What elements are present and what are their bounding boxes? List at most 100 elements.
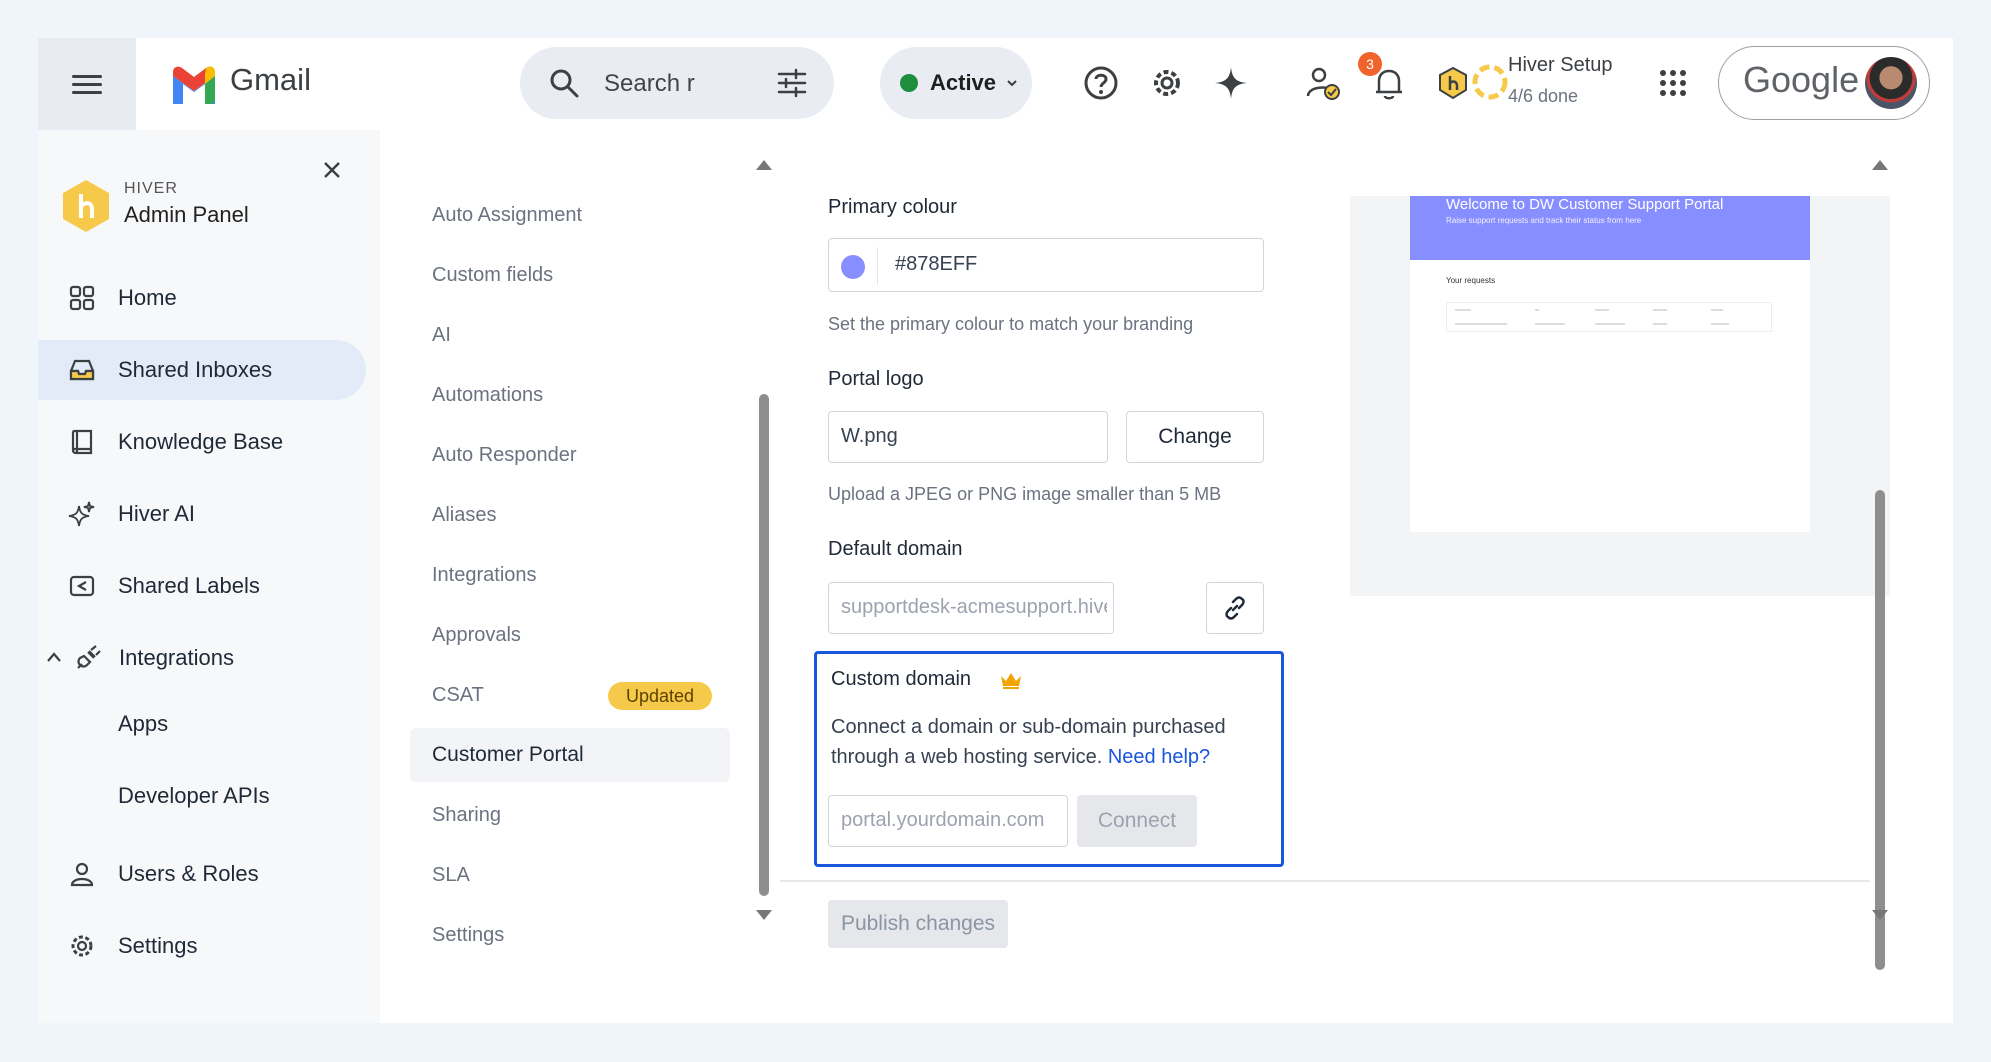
main-menu-button[interactable] <box>38 38 136 130</box>
help-icon[interactable] <box>1082 64 1120 102</box>
sidebar-item-label: Shared Inboxes <box>118 357 273 382</box>
colour-swatch[interactable] <box>841 255 865 279</box>
custom-domain-input[interactable]: portal.yourdomain.com <box>828 795 1068 847</box>
scroll-up-arrow-icon[interactable] <box>1872 160 1888 170</box>
avatar[interactable] <box>1865 57 1917 109</box>
sidebar-item-developer-apis[interactable]: Developer APIs <box>38 766 366 826</box>
admin-sidebar: HIVER Admin Panel Home Shared Inboxes Kn… <box>38 130 380 1023</box>
hiver-shield-icon[interactable] <box>1434 64 1472 102</box>
sidebar-item-hiver-ai[interactable]: Hiver AI <box>38 484 366 544</box>
default-domain-field: supportdesk-acmesupport.hiver-portal.com <box>828 582 1114 634</box>
preview-banner: Welcome to DW Customer Support Portal Ra… <box>1410 196 1810 260</box>
scrollbar-thumb[interactable] <box>1875 490 1885 970</box>
publish-changes-button[interactable]: Publish changes <box>828 900 1008 948</box>
main-scrollbar[interactable] <box>1872 160 1888 970</box>
custom-domain-description: Connect a domain or sub-domain purchased… <box>831 712 1271 772</box>
sidebar-item-shared-inboxes[interactable]: Shared Inboxes <box>38 340 366 400</box>
sidebar-item-label: Home <box>118 285 177 310</box>
scrollbar-thumb[interactable] <box>759 394 769 896</box>
preview-requests-label: Your requests <box>1446 276 1496 285</box>
hiver-logo-icon <box>63 180 109 232</box>
submenu-item-auto-responder[interactable]: Auto Responder <box>432 444 577 467</box>
google-wordmark: Google <box>1743 59 1860 100</box>
sidebar-item-label: Hiver AI <box>118 501 196 526</box>
need-help-link[interactable]: Need help? <box>1108 746 1210 768</box>
sidebar-item-label: Apps <box>118 711 169 736</box>
submenu-scrollbar[interactable] <box>756 160 772 920</box>
grid-icon <box>69 285 95 311</box>
sidebar-item-label: Integrations <box>119 645 234 670</box>
portal-logo-help: Upload a JPEG or PNG image smaller than … <box>828 484 1222 504</box>
submenu-item-automations[interactable]: Automations <box>432 384 543 407</box>
submenu-item-custom-fields[interactable]: Custom fields <box>432 264 553 287</box>
sidebar-item-apps[interactable]: Apps <box>38 694 366 754</box>
crown-icon <box>1001 673 1021 689</box>
status-dropdown[interactable]: Active <box>880 47 1032 119</box>
google-account-button[interactable]: Google <box>1718 46 1930 120</box>
submenu-item-settings[interactable]: Settings <box>432 924 504 947</box>
sidebar-item-knowledge-base[interactable]: Knowledge Base <box>38 412 366 472</box>
custom-domain-label: Custom domain <box>831 668 972 690</box>
search-filter-icon[interactable] <box>776 67 808 99</box>
setup-progress-icon[interactable] <box>1470 62 1510 102</box>
default-domain-label: Default domain <box>828 538 963 560</box>
setup-progress: 4/6 done <box>1508 86 1579 106</box>
submenu-item-ai[interactable]: AI <box>432 324 451 347</box>
user-check-icon[interactable] <box>1304 64 1342 102</box>
top-bar: Gmail Search r Active 3 Hiver Setup 4/6 … <box>38 38 1953 130</box>
primary-colour-label: Primary colour <box>828 196 957 218</box>
status-label: Active <box>930 70 997 95</box>
sparkle-icon[interactable] <box>1212 64 1250 102</box>
plug-icon <box>77 645 101 669</box>
scroll-down-arrow-icon[interactable] <box>756 910 772 920</box>
submenu-item-approvals[interactable]: Approvals <box>432 624 521 647</box>
default-domain-value: supportdesk-acmesupport.hiver-portal.com <box>841 596 1107 618</box>
gear-icon[interactable] <box>1148 64 1186 102</box>
scroll-up-arrow-icon[interactable] <box>756 160 772 170</box>
status-indicator <box>900 74 918 92</box>
custom-domain-placeholder: portal.yourdomain.com <box>841 809 1045 831</box>
sidebar-item-label: Developer APIs <box>118 783 270 808</box>
gear-icon <box>71 935 93 957</box>
sparkle-icon <box>68 501 95 527</box>
connect-button[interactable]: Connect <box>1077 795 1197 847</box>
search-icon <box>550 69 579 98</box>
gmail-logo-icon <box>173 66 215 104</box>
submenu-item-aliases[interactable]: Aliases <box>432 504 496 527</box>
brand-label: HIVER <box>124 180 178 197</box>
copy-link-button[interactable] <box>1206 582 1264 634</box>
sidebar-item-label: Users & Roles <box>118 861 259 886</box>
submenu-item-integrations[interactable]: Integrations <box>432 564 537 587</box>
sidebar-item-label: Shared Labels <box>118 573 260 598</box>
chevron-down-icon <box>1007 80 1017 87</box>
primary-colour-field[interactable]: #878EFF <box>828 238 1264 292</box>
submenu-item-sharing[interactable]: Sharing <box>432 804 501 827</box>
submenu-item-sla[interactable]: SLA <box>432 864 470 887</box>
apps-grid-icon[interactable] <box>1654 64 1692 102</box>
change-logo-button[interactable]: Change <box>1126 411 1264 463</box>
setup-title[interactable]: Hiver Setup <box>1508 54 1613 77</box>
link-icon <box>1225 596 1245 620</box>
primary-colour-help: Set the primary colour to match your bra… <box>828 314 1194 334</box>
custom-domain-card: Custom domain Connect a domain or sub-do… <box>814 651 1284 867</box>
submenu-item-customer-portal[interactable]: Customer Portal <box>432 743 584 767</box>
portal-preview: Welcome to DW Customer Support Portal Ra… <box>1350 196 1890 596</box>
close-icon[interactable] <box>320 158 344 182</box>
sidebar-item-home[interactable]: Home <box>38 268 366 328</box>
search-input[interactable]: Search r <box>604 70 695 98</box>
search-bar[interactable]: Search r <box>520 47 834 119</box>
portal-logo-label: Portal logo <box>828 368 924 390</box>
chevron-up-icon[interactable] <box>46 650 62 664</box>
sidebar-item-settings[interactable]: Settings <box>38 916 366 976</box>
preview-requests-table <box>1446 302 1772 332</box>
submenu-item-csat[interactable]: CSAT <box>432 684 484 707</box>
primary-colour-value: #878EFF <box>895 253 978 275</box>
submenu-item-auto-assignment[interactable]: Auto Assignment <box>432 204 582 227</box>
hamburger-icon <box>72 70 102 99</box>
sidebar-item-shared-labels[interactable]: Shared Labels <box>38 556 366 616</box>
sidebar-item-users-roles[interactable]: Users & Roles <box>38 844 366 904</box>
sidebar-item-label: Knowledge Base <box>118 429 284 454</box>
preview-title: Welcome to DW Customer Support Portal <box>1446 196 1724 213</box>
sidebar-item-integrations[interactable]: Integrations <box>38 628 366 688</box>
scroll-down-arrow-icon[interactable] <box>1872 910 1888 920</box>
